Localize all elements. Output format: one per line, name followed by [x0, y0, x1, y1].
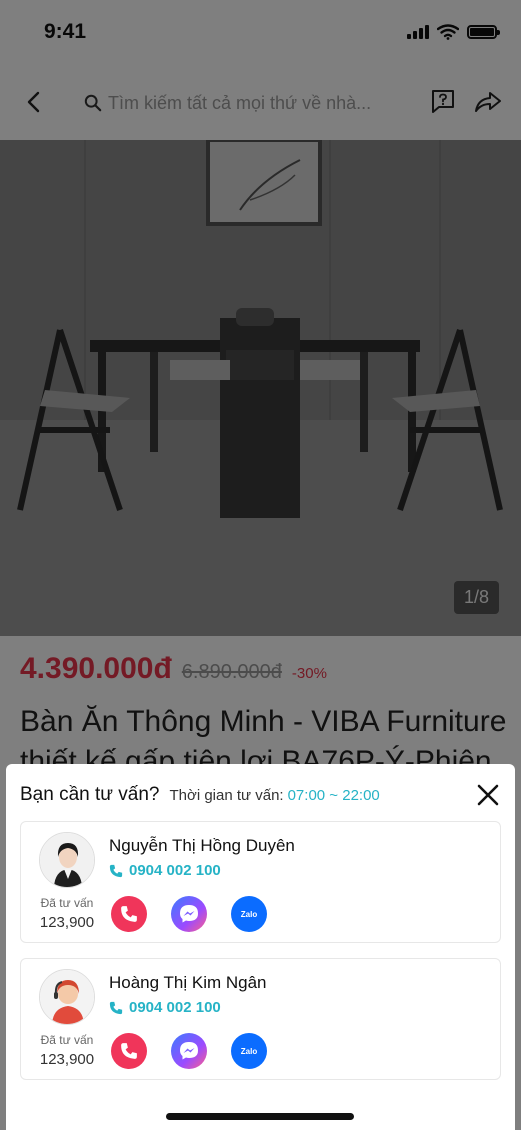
call-icon — [121, 1043, 137, 1059]
consult-time-value: 07:00 ~ 22:00 — [287, 787, 380, 804]
agent-phone[interactable]: 0904 002 100 — [109, 999, 221, 1016]
messenger-icon — [180, 1042, 198, 1060]
messenger-icon — [180, 905, 198, 923]
zalo-icon: Zalo — [240, 909, 258, 919]
call-button[interactable] — [111, 896, 147, 932]
consultation-sheet: Bạn cần tư vấn? Thời gian tư vấn: 07:00 … — [6, 764, 515, 1130]
sheet-header: Bạn cần tư vấn? Thời gian tư vấn: 07:00 … — [20, 784, 500, 812]
avatar — [39, 969, 95, 1025]
zalo-icon: Zalo — [240, 1046, 258, 1056]
consult-count: 123,900 — [39, 1051, 95, 1068]
agent-name: Nguyễn Thị Hồng Duyên — [109, 836, 295, 855]
close-icon[interactable] — [475, 782, 501, 808]
messenger-button[interactable] — [171, 896, 207, 932]
agent-card: Đã tư vấn 123,900 Nguyễn Thị Hồng Duyên … — [20, 821, 501, 943]
product-screen: 9:41 Tìm kiếm tất cả mọi thứ về nhà... — [0, 0, 521, 1130]
agent-phone-number: 0904 002 100 — [129, 999, 221, 1016]
consult-time-label: Thời gian tư vấn: — [169, 787, 284, 804]
contact-actions: Zalo — [111, 1033, 267, 1069]
avatar — [39, 832, 95, 888]
consult-count: 123,900 — [39, 914, 95, 931]
zalo-button[interactable]: Zalo — [231, 896, 267, 932]
agent-phone[interactable]: 0904 002 100 — [109, 862, 221, 879]
zalo-button[interactable]: Zalo — [231, 1033, 267, 1069]
consult-label: Đã tư vấn — [40, 1033, 94, 1047]
sheet-title: Bạn cần tư vấn? — [20, 784, 160, 805]
agent-phone-number: 0904 002 100 — [129, 862, 221, 879]
contact-actions: Zalo — [111, 896, 267, 932]
agent-card: Đã tư vấn 123,900 Hoàng Thị Kim Ngân 090… — [20, 958, 501, 1080]
messenger-button[interactable] — [171, 1033, 207, 1069]
call-icon — [121, 906, 137, 922]
phone-icon — [109, 864, 123, 877]
call-button[interactable] — [111, 1033, 147, 1069]
home-indicator — [166, 1113, 354, 1120]
consult-label: Đã tư vấn — [40, 896, 94, 910]
phone-icon — [109, 1001, 123, 1014]
agent-name: Hoàng Thị Kim Ngân — [109, 973, 267, 992]
